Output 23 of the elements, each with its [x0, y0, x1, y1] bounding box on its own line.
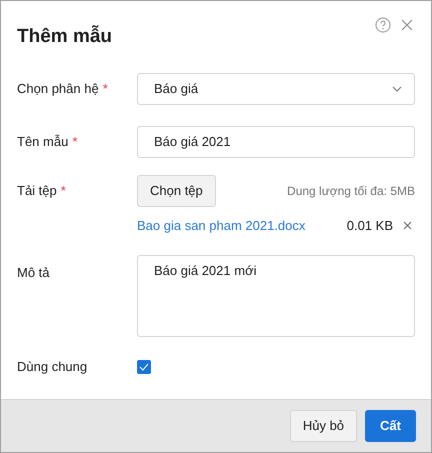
dialog-title: Thêm mẫu	[17, 24, 112, 49]
field-label: Chọn phân hệ	[17, 80, 99, 98]
file-link[interactable]: Bao gia san pham 2021.docx	[137, 216, 306, 235]
field-label: Tải tệp	[17, 182, 57, 200]
cancel-button[interactable]: Hủy bỏ	[290, 410, 358, 442]
field-label: Mô tả	[17, 264, 50, 282]
chevron-down-icon	[392, 86, 402, 92]
size-limit-hint: Dung lượng tối đa: 5MB	[287, 182, 415, 200]
field-label: Dùng chung	[17, 358, 88, 376]
field-label: Tên mẫu	[17, 132, 68, 151]
close-icon[interactable]	[403, 220, 412, 230]
save-button[interactable]: Cất	[365, 410, 416, 442]
close-icon[interactable]	[401, 19, 413, 31]
required-mark: *	[60, 182, 66, 200]
required-mark: *	[72, 132, 78, 151]
shared-checkbox[interactable]	[137, 360, 151, 374]
choose-file-button[interactable]: Chọn tệp	[137, 174, 216, 206]
required-mark: *	[102, 80, 108, 98]
module-select[interactable]: Báo giá	[137, 72, 415, 104]
file-size: 0.01 KB	[346, 216, 393, 234]
help-icon[interactable]	[375, 17, 391, 33]
name-input[interactable]: Báo giá 2021	[137, 126, 415, 158]
description-field[interactable]: Báo giá 2021 mới	[137, 255, 415, 337]
